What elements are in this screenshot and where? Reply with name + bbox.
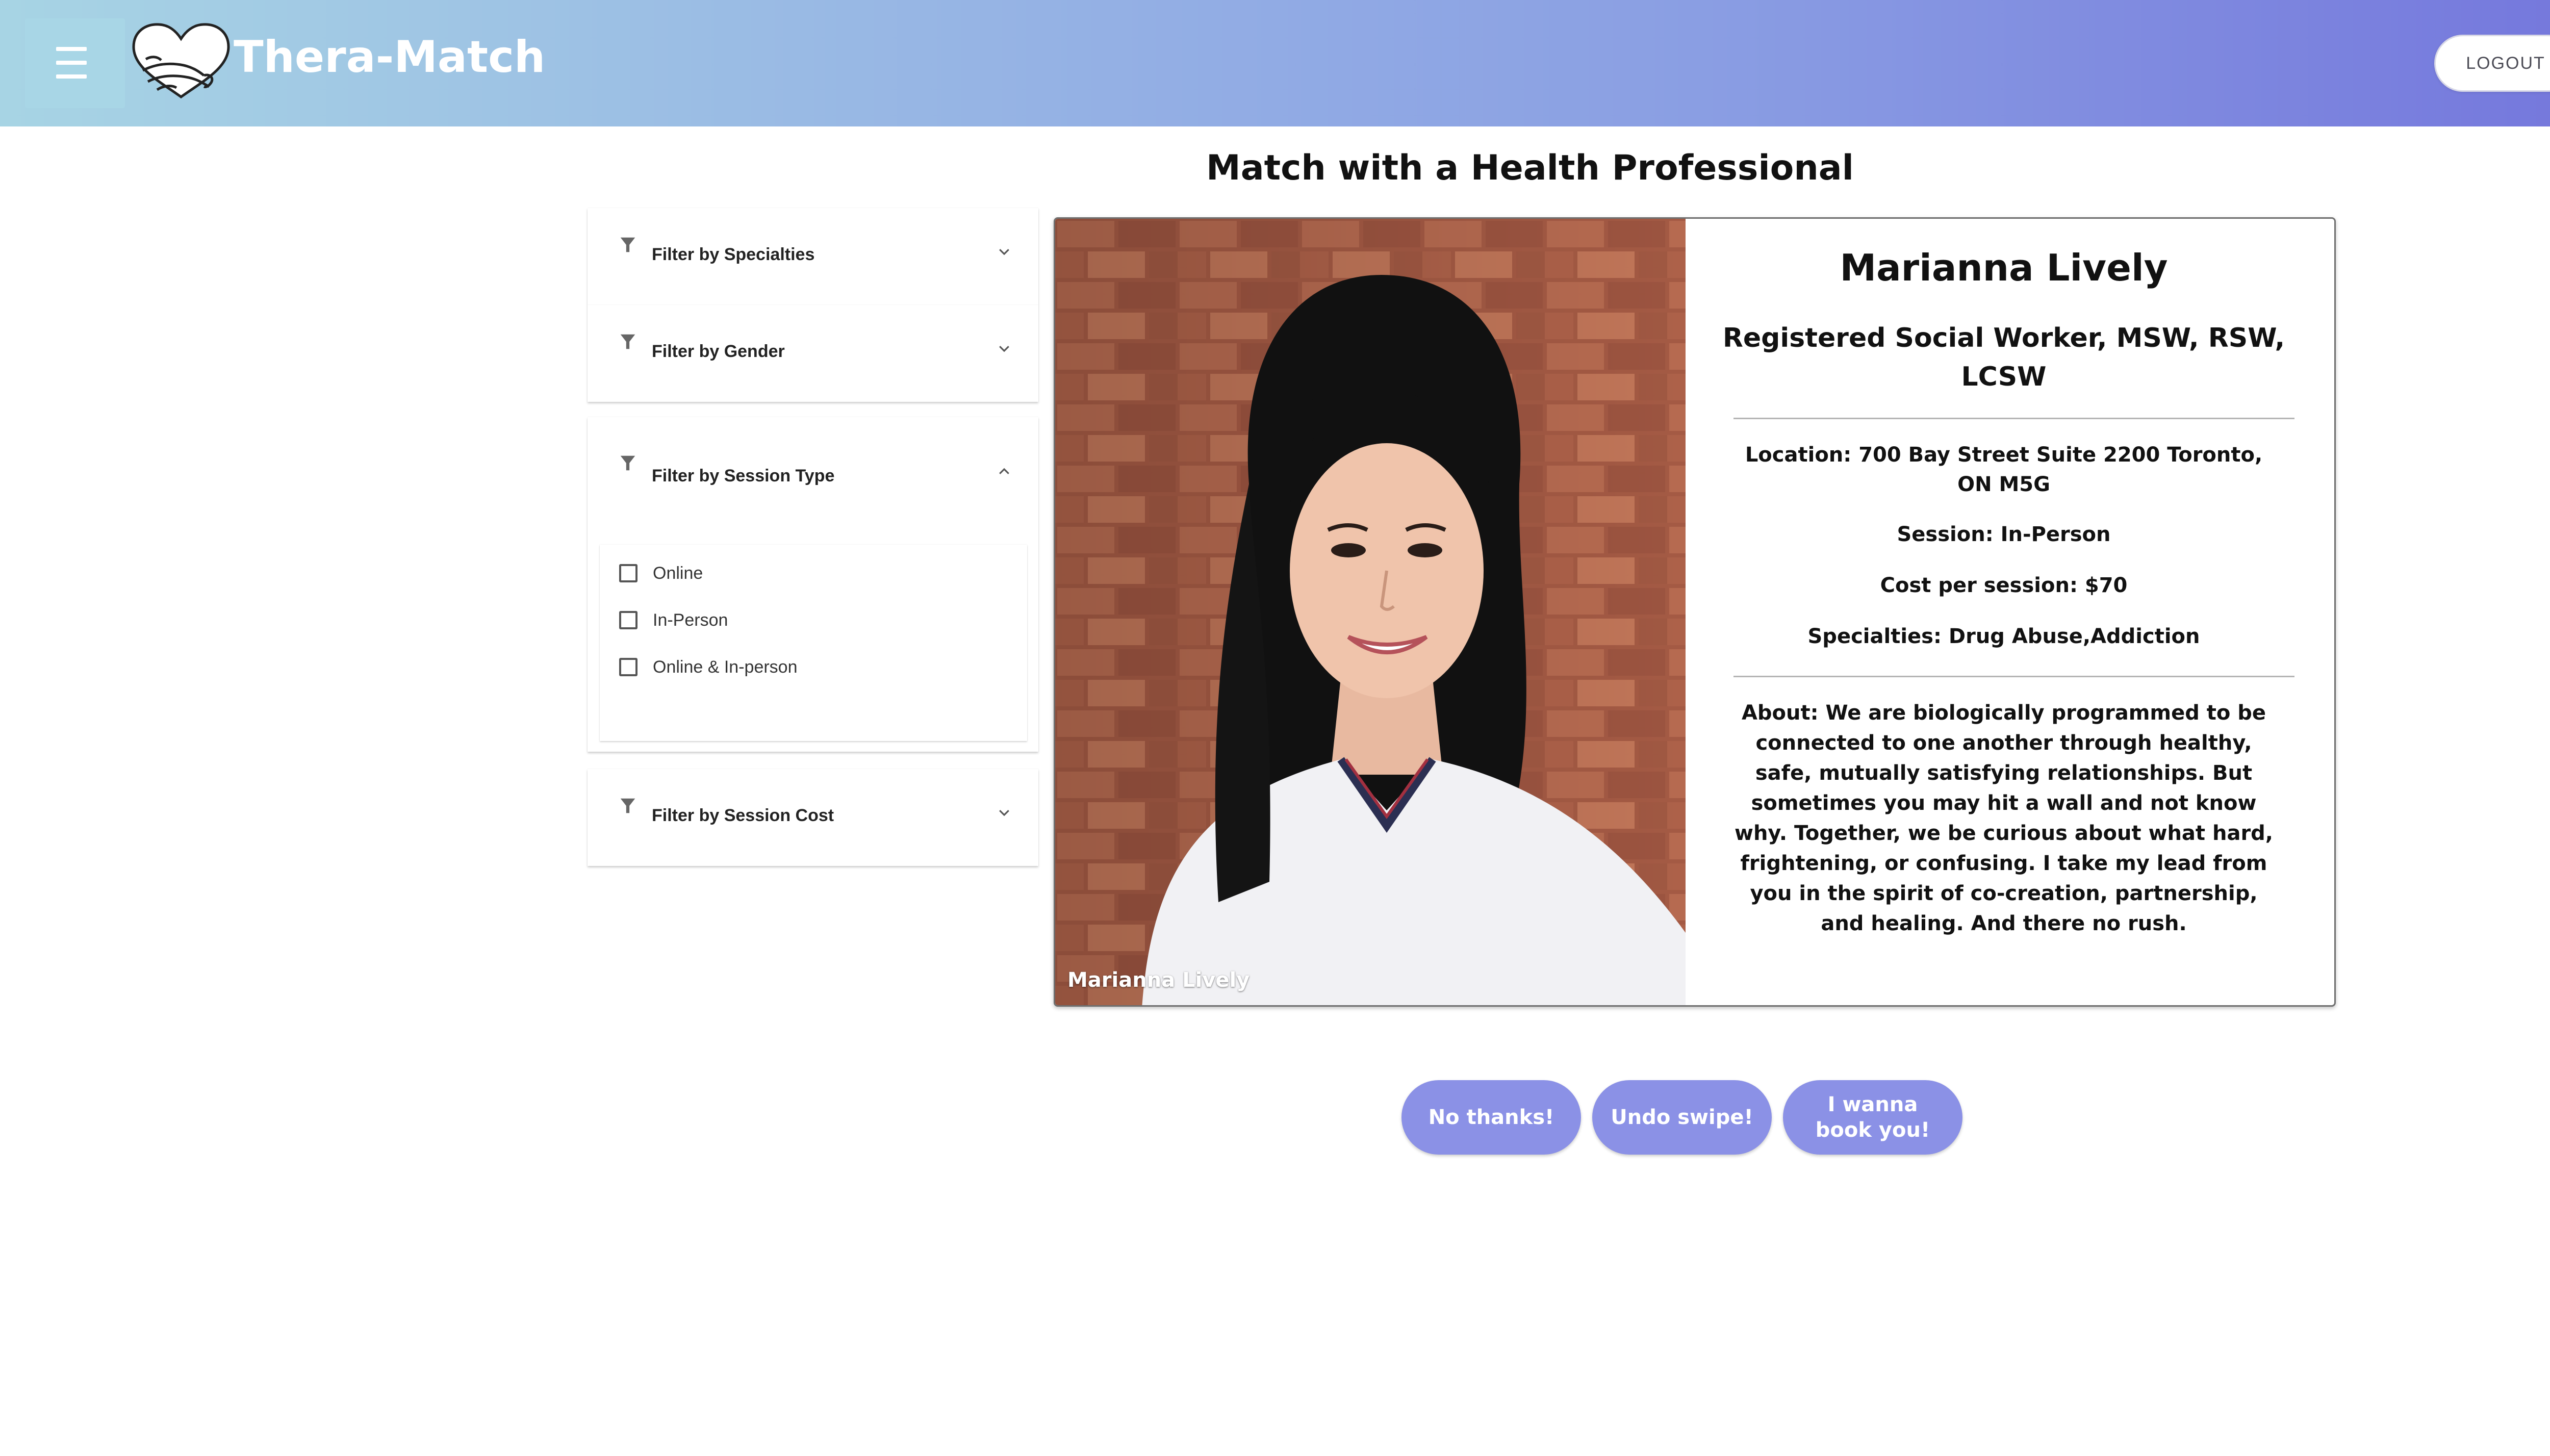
filter-session-cost-header[interactable]: Filter by Session Cost	[588, 769, 1038, 866]
heart-hug-logo-icon	[132, 23, 230, 99]
filter-session-cost-label: Filter by Session Cost	[652, 806, 834, 825]
therapist-credentials: Registered Social Worker, MSW, RSW, LCSW	[1722, 323, 2285, 392]
filter-session-type-panel: Filter by Session Type Online In-Person …	[588, 417, 1038, 752]
funnel-filter-icon	[620, 455, 635, 471]
app-title[interactable]: Thera-Match	[234, 32, 545, 83]
funnel-filter-icon	[620, 334, 635, 349]
photo-caption: Marianna Lively	[1067, 968, 1250, 992]
no-thanks-button[interactable]: No thanks!	[1401, 1080, 1581, 1155]
therapist-session-type: Session: In-Person	[1897, 523, 2111, 546]
filter-session-type-header[interactable]: Filter by Session Type	[588, 417, 1038, 524]
chevron-up-icon	[999, 468, 1009, 474]
divider	[1733, 676, 2294, 677]
chevron-down-icon	[999, 249, 1009, 256]
filter-gender-header[interactable]: Filter by Gender	[588, 305, 1038, 402]
in-person-checkbox[interactable]	[619, 611, 638, 629]
hamburger-menu-icon	[56, 47, 87, 51]
therapist-cost: Cost per session: $70	[1880, 574, 2128, 597]
chevron-down-icon	[999, 810, 1009, 816]
funnel-filter-icon	[620, 798, 635, 813]
therapist-about: About: We are biologically programmed to…	[1735, 701, 2273, 935]
undo-swipe-button[interactable]: Undo swipe!	[1592, 1080, 1772, 1155]
option-online-and-in-person-label: Online & In-person	[653, 657, 798, 677]
filter-session-type-label: Filter by Session Type	[652, 466, 835, 486]
therapist-location: Location: 700 Bay Street Suite 2200 Toro…	[1745, 443, 2263, 496]
filter-gender-label: Filter by Gender	[652, 342, 785, 361]
option-online[interactable]: Online	[619, 562, 703, 584]
filter-gender-panel: Filter by Gender	[588, 305, 1038, 402]
book-button[interactable]: I wanna book you!	[1783, 1080, 1962, 1155]
option-in-person-label: In-Person	[653, 610, 728, 630]
chevron-down-icon	[999, 346, 1009, 352]
top-app-bar: Thera-Match LOGOUT	[0, 0, 2550, 126]
hamburger-menu-icon-bar	[56, 74, 87, 79]
filter-specialties-header[interactable]: Filter by Specialties	[588, 208, 1038, 305]
therapist-name: Marianna Lively	[1840, 246, 2168, 289]
session-type-options: Online In-Person Online & In-person	[600, 545, 1027, 741]
online-checkbox[interactable]	[619, 564, 638, 582]
option-online-and-in-person[interactable]: Online & In-person	[619, 656, 798, 678]
funnel-filter-icon	[620, 237, 635, 252]
option-online-label: Online	[653, 563, 703, 583]
logout-button[interactable]: LOGOUT	[2434, 35, 2550, 92]
filter-session-cost-panel: Filter by Session Cost	[588, 769, 1038, 866]
therapist-card[interactable]: Marianna Lively Marianna Lively Register…	[1054, 217, 2336, 1007]
divider	[1733, 418, 2294, 419]
therapist-specialties: Specialties: Drug Abuse,Addiction	[1807, 625, 2200, 648]
option-in-person[interactable]: In-Person	[619, 609, 728, 631]
filter-specialties-panel: Filter by Specialties	[588, 208, 1038, 305]
therapist-portrait-image	[1055, 219, 1686, 1005]
online-and-in-person-checkbox[interactable]	[619, 658, 638, 676]
therapist-photo: Marianna Lively	[1055, 219, 1686, 1005]
menu-button[interactable]	[25, 18, 125, 108]
page-title: Match with a Health Professional	[1206, 148, 1854, 188]
hamburger-menu-icon-bar	[56, 61, 87, 65]
filter-specialties-label: Filter by Specialties	[652, 245, 815, 264]
